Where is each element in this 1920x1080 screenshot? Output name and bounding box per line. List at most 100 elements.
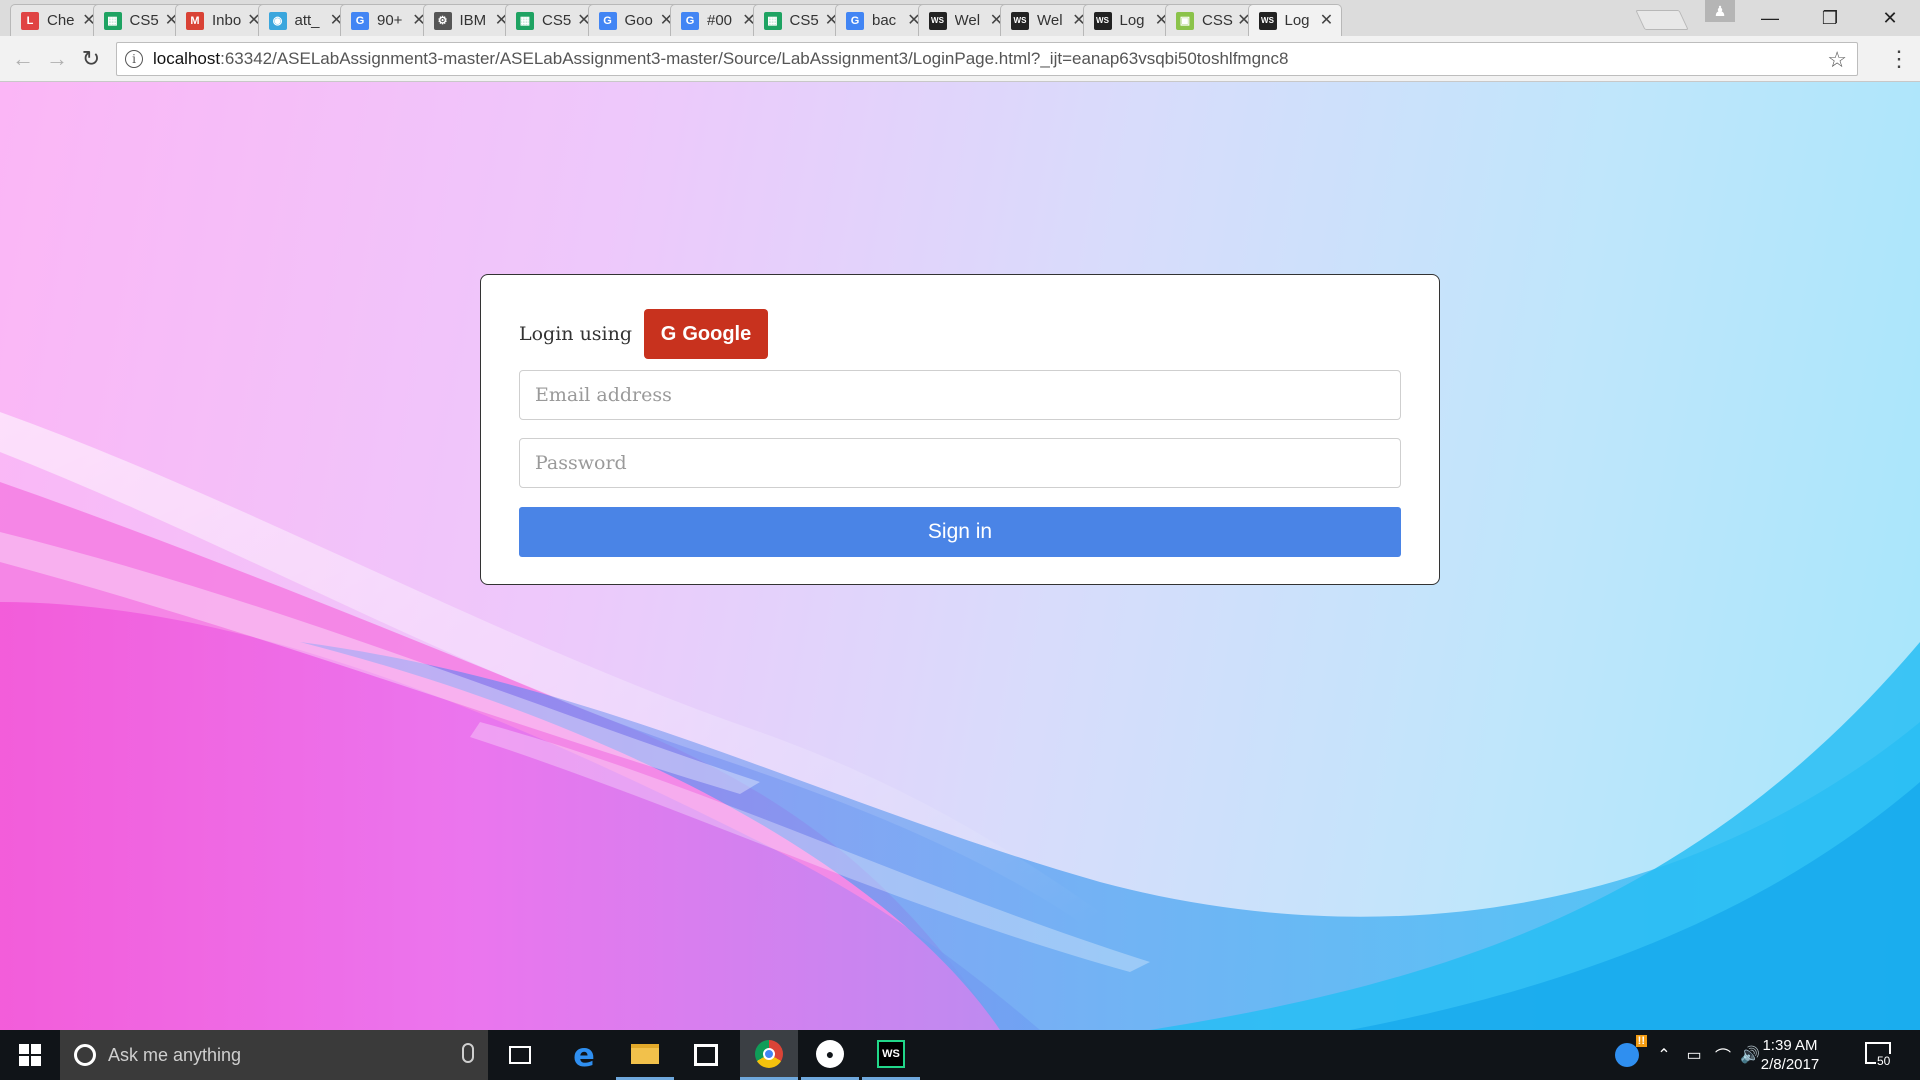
browser-tab[interactable]: G #00 ✕ xyxy=(670,4,764,36)
update-notification-icon[interactable]: !! xyxy=(1610,1030,1647,1080)
battery-icon[interactable]: ▭ xyxy=(1680,1030,1708,1080)
browser-tab[interactable]: Gbac ✕ xyxy=(835,4,929,36)
google-login-button[interactable]: G Google xyxy=(644,309,768,359)
url-path: :63342/ASELabAssignment3-master/ASELabAs… xyxy=(220,49,1289,68)
clock[interactable]: 1:39 AM 2/8/2017 xyxy=(1755,1036,1825,1074)
email-field[interactable] xyxy=(519,370,1401,420)
browser-tab[interactable]: ◉ att_ ✕ xyxy=(257,4,352,36)
tab-title: Goo xyxy=(624,12,653,29)
info-icon[interactable]: i xyxy=(125,50,143,68)
tab-title: CS5 xyxy=(789,12,819,29)
browser-tab[interactable]: ⚙ IBM ✕ xyxy=(422,4,517,36)
webstorm-icon: WS xyxy=(877,1039,905,1068)
google-button-label: Google xyxy=(682,322,752,345)
url-text[interactable]: localhost:63342/ASELabAssignment3-master… xyxy=(153,49,1288,69)
tab-title: Inbo xyxy=(212,12,242,29)
tab-favicon-icon: ▦ xyxy=(763,11,782,30)
task-view-button[interactable] xyxy=(491,1030,549,1080)
login-card: Login using G Google Sign in xyxy=(480,274,1440,585)
browser-tab[interactable]: G Goo ✕ xyxy=(587,4,682,36)
tab-title: Wel xyxy=(1037,12,1063,29)
browser-tab[interactable]: ▦ CS5 ✕ xyxy=(752,4,847,36)
tab-close-icon[interactable]: ✕ xyxy=(1319,12,1335,29)
tab-title: 90+ xyxy=(377,12,403,29)
wifi-icon[interactable]: ⌒ xyxy=(1710,1030,1736,1080)
cortana-icon xyxy=(74,1044,96,1066)
new-tab-button[interactable] xyxy=(1635,10,1689,30)
browser-menu-icon[interactable]: ⋮ xyxy=(1888,46,1910,72)
windows-logo-icon xyxy=(19,1044,41,1066)
notification-count: 50 xyxy=(1876,1054,1892,1068)
task-view-icon xyxy=(509,1046,531,1064)
sign-in-button[interactable]: Sign in xyxy=(519,507,1401,557)
browser-tab[interactable]: ▣ CSS ✕ xyxy=(1165,4,1259,36)
tab-favicon-icon: WS xyxy=(1258,11,1277,30)
tab-favicon-icon: ▦ xyxy=(516,11,534,30)
taskbar-store[interactable] xyxy=(677,1030,735,1080)
tab-title: Log xyxy=(1119,12,1145,29)
clock-date: 2/8/2017 xyxy=(1760,1056,1820,1073)
tab-title: CSS xyxy=(1202,12,1233,29)
file-explorer-icon xyxy=(631,1043,659,1064)
tab-favicon-icon: WS xyxy=(1093,11,1112,30)
taskbar-github[interactable]: ● xyxy=(801,1030,859,1080)
tab-title: Log xyxy=(1284,12,1310,29)
profile-icon[interactable]: ♟ xyxy=(1705,0,1735,22)
tab-active[interactable]: WS Log ✕ xyxy=(1247,4,1342,36)
tab-favicon-icon: WS xyxy=(928,11,947,30)
tab-favicon-icon: ▣ xyxy=(1176,11,1194,30)
tab-favicon-icon: M xyxy=(186,11,204,30)
url-host: localhost xyxy=(153,49,221,68)
taskbar-file-explorer[interactable] xyxy=(616,1030,674,1080)
tab-title: att_ xyxy=(294,12,320,29)
tab-title: IBM xyxy=(459,12,487,29)
tab-favicon-icon: G xyxy=(598,11,617,30)
tab-favicon-icon: L xyxy=(21,11,39,30)
browser-tab[interactable]: M Inbo ✕ xyxy=(175,4,269,36)
browser-toolbar: ← → ↻ i localhost:63342/ASELabAssignment… xyxy=(0,36,1920,82)
address-bar[interactable]: i localhost:63342/ASELabAssignment3-mast… xyxy=(116,42,1858,76)
microphone-icon[interactable] xyxy=(462,1043,474,1063)
start-button[interactable] xyxy=(0,1030,60,1080)
tab-title: bac xyxy=(872,12,897,29)
taskbar-edge[interactable]: e xyxy=(555,1030,613,1080)
login-using-label: Login using xyxy=(519,323,633,345)
tab-favicon-icon: G xyxy=(846,11,864,30)
tab-favicon-icon: G xyxy=(681,11,699,30)
tab-title: Wel xyxy=(954,12,981,29)
browser-tab[interactable]: WS Wel ✕ xyxy=(1000,4,1094,36)
tab-title: Che xyxy=(47,12,75,29)
browser-tab[interactable]: ▦ CS5 ✕ xyxy=(92,4,187,36)
chrome-icon xyxy=(755,1039,783,1068)
browser-tab[interactable]: G 90+ ✕ xyxy=(340,4,434,36)
browser-tab[interactable]: WS Wel ✕ xyxy=(917,4,1012,36)
edge-icon: e xyxy=(573,1036,595,1074)
cortana-search-box[interactable]: Ask me anything xyxy=(60,1030,488,1080)
tab-title: #00 xyxy=(707,12,733,29)
close-window-button[interactable]: ✕ xyxy=(1860,0,1920,36)
browser-tab[interactable]: L Che ✕ xyxy=(10,4,104,36)
github-icon: ● xyxy=(816,1039,844,1068)
password-field[interactable] xyxy=(519,438,1401,488)
tab-favicon-icon: ▦ xyxy=(103,11,122,30)
show-hidden-icons-chevron-icon[interactable]: ⌃ xyxy=(1652,1030,1676,1080)
back-button[interactable]: ← xyxy=(10,46,36,72)
minimize-button[interactable]: — xyxy=(1740,0,1800,36)
taskbar-chrome[interactable] xyxy=(740,1030,798,1080)
tab-title: CS5 xyxy=(542,12,572,29)
tab-favicon-icon: ⚙ xyxy=(433,11,452,30)
reload-button[interactable]: ↻ xyxy=(78,46,104,72)
windows-taskbar: Ask me anything e ● WS !! ⌃ ▭ ⌒ 🔊 1:39 A… xyxy=(0,1030,1920,1080)
clock-time: 1:39 AM xyxy=(1762,1037,1818,1054)
restore-button[interactable]: ❐ xyxy=(1800,0,1860,36)
taskbar-webstorm[interactable]: WS xyxy=(862,1030,920,1080)
tab-favicon-icon: G xyxy=(351,11,369,30)
forward-button[interactable]: → xyxy=(44,46,70,72)
tab-strip: L Che ✕ ▦ CS5 ✕ M Inbo ✕ ◉ att_ ✕ G 90+ ✕ ⚙ IBM ✕ ▦ CS5 ✕ G Go… xyxy=(0,0,1920,36)
browser-tab[interactable]: WS Log ✕ xyxy=(1082,4,1177,36)
store-icon xyxy=(694,1044,718,1066)
tab-favicon-icon: ◉ xyxy=(268,11,287,30)
bookmark-star-icon[interactable]: ☆ xyxy=(1827,47,1847,73)
browser-tab[interactable]: ▦ CS5 ✕ xyxy=(505,4,599,36)
tab-favicon-icon: WS xyxy=(1011,11,1029,30)
